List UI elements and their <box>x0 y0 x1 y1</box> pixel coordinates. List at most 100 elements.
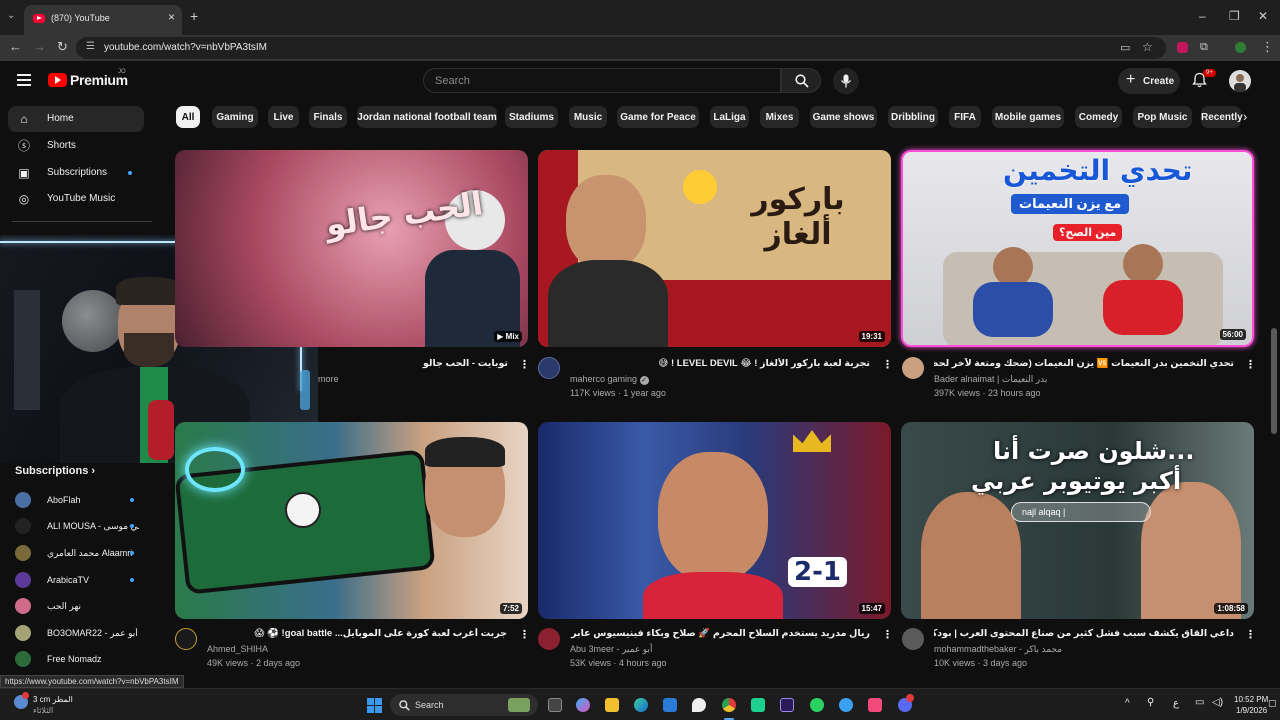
hamburger-menu-icon[interactable] <box>17 74 31 86</box>
back-icon[interactable]: ← <box>9 39 22 54</box>
language-indicator[interactable]: ع <box>1173 698 1179 709</box>
video-title[interactable]: جربت أغرب لعبة كورة على الموبايل... goal… <box>207 628 507 639</box>
chip-mixes[interactable]: Mixes <box>760 106 799 128</box>
video-thumbnail[interactable]: 7:52 <box>175 422 528 619</box>
maximize-icon[interactable]: ❐ <box>1229 9 1240 23</box>
reload-icon[interactable]: ↻ <box>57 39 68 55</box>
chip-mobile-games[interactable]: Mobile games <box>992 106 1064 128</box>
channel-avatar[interactable] <box>902 357 924 379</box>
chip-dribbling[interactable]: Dribbling <box>888 106 938 128</box>
video-menu-icon[interactable]: ⋮ <box>882 628 893 641</box>
chip-game-for-peace[interactable]: Game for Peace <box>617 106 699 128</box>
channel-avatar[interactable] <box>538 357 560 379</box>
subscription-item[interactable]: ArabicaTV <box>15 570 150 590</box>
account-avatar[interactable] <box>1229 70 1251 92</box>
extensions-puzzle-icon[interactable]: ⧉ <box>1200 41 1208 54</box>
chip-scroll-right-icon[interactable]: › <box>1243 109 1247 124</box>
video-thumbnail[interactable]: باركور ألغاز 19:31 <box>538 150 891 347</box>
video-thumbnail[interactable]: 2-1 15:47 <box>538 422 891 619</box>
video-title[interactable]: داعي القاق يكشف سبب فشل كثير من صناع الم… <box>934 628 1234 639</box>
video-thumbnail[interactable]: الحب جالو ▶ Mix <box>175 150 528 347</box>
chip-comedy[interactable]: Comedy <box>1075 106 1122 128</box>
tab-search-icon[interactable]: ⌄ <box>7 10 15 21</box>
app-blue-icon[interactable] <box>839 698 853 712</box>
subscription-item[interactable]: محمد العامري Alaamri <box>15 543 150 563</box>
subscription-item[interactable]: Free Nomadz <box>15 649 150 669</box>
browser-tab[interactable]: (870) YouTube × <box>24 5 182 35</box>
file-explorer-icon[interactable] <box>605 698 619 712</box>
chip-finals[interactable]: Finals <box>309 106 347 128</box>
clock-time[interactable]: 10:52 PM <box>1234 695 1268 704</box>
notification-center-icon[interactable]: ▢ <box>1268 698 1277 709</box>
video-menu-icon[interactable]: ⋮ <box>1245 628 1256 641</box>
channel-avatar[interactable] <box>902 628 924 650</box>
channel-name[interactable]: Bader alnaimat | بدر النعيمات <box>934 374 1047 385</box>
whatsapp-icon[interactable] <box>810 698 824 712</box>
app-icon[interactable] <box>692 698 706 712</box>
video-thumbnail[interactable]: شلون صرت أنا... أكبر يوتيوبر عربي najl a… <box>901 422 1254 619</box>
subscription-item[interactable]: ALI MOUSA - علي موسى <box>15 516 150 536</box>
forward-icon[interactable]: → <box>33 39 46 54</box>
video-menu-icon[interactable]: ⋮ <box>519 628 530 641</box>
new-tab-icon[interactable]: + <box>190 8 198 24</box>
channel-name[interactable]: mohammadthebaker - محمد باكر <box>934 644 1062 655</box>
video-menu-icon[interactable]: ⋮ <box>519 358 530 371</box>
subscription-item[interactable]: نهر الحب <box>15 596 150 616</box>
chip-all[interactable]: All <box>176 106 200 128</box>
create-button[interactable]: + Create <box>1118 68 1180 94</box>
tray-overflow-icon[interactable]: ^ <box>1125 698 1130 709</box>
chip-recently[interactable]: Recently <box>1201 106 1243 128</box>
video-menu-icon[interactable]: ⋮ <box>1245 358 1256 371</box>
chip-music[interactable]: Music <box>569 106 607 128</box>
store-icon[interactable] <box>663 698 677 712</box>
address-bar[interactable]: ☰ youtube.com/watch?v=nbVbPA3tsIM <box>76 37 1166 59</box>
sidebar-item-shorts[interactable]: ⓢ Shorts <box>8 133 144 159</box>
profile-extension-icon[interactable] <box>1235 42 1246 53</box>
sidebar-item-youtube-music[interactable]: ◎ YouTube Music <box>8 186 144 212</box>
tab-close-icon[interactable]: × <box>168 10 175 24</box>
cast-icon[interactable]: ▭ <box>1120 41 1130 54</box>
bookmark-star-icon[interactable]: ☆ <box>1142 40 1153 54</box>
chip-live[interactable]: Live <box>268 106 299 128</box>
network-icon[interactable]: ▭ <box>1195 697 1204 708</box>
channel-avatar[interactable] <box>538 628 560 650</box>
browser-menu-icon[interactable]: ⋮ <box>1261 39 1274 55</box>
video-title[interactable]: تجربة لعبة باركور الألغاز ! 😂 LEVEL DEVI… <box>570 358 870 369</box>
video-thumbnail[interactable]: تحدي التخمين مع يزن النعيمات مين الصح؟ 5… <box>901 150 1254 347</box>
task-view-icon[interactable] <box>548 698 562 712</box>
taskbar-search[interactable]: Search <box>390 694 538 716</box>
extension-icon[interactable] <box>1177 42 1188 53</box>
channel-avatar[interactable] <box>175 628 197 650</box>
subscription-item[interactable]: AboFlah <box>15 490 150 510</box>
search-button[interactable] <box>781 68 821 93</box>
video-title[interactable]: ريال مدريد يستخدم السلاح المحرم 🚀 صلاح و… <box>570 628 870 639</box>
scrollbar-thumb[interactable] <box>1271 328 1277 434</box>
video-title[interactable]: توبايت - الحب جالو <box>318 358 508 369</box>
edge-icon[interactable] <box>634 698 648 712</box>
windows-start-icon[interactable] <box>367 698 382 713</box>
channel-name[interactable]: Ahmed_SHIHA <box>207 644 268 654</box>
chip-stadiums[interactable]: Stadiums <box>505 106 558 128</box>
search-input[interactable]: Search <box>423 68 781 93</box>
chip-laliga[interactable]: LaLiga <box>710 106 749 128</box>
sidebar-item-home[interactable]: ⌂ Home <box>8 106 144 132</box>
video-menu-icon[interactable]: ⋮ <box>882 358 893 371</box>
chip-game-shows[interactable]: Game shows <box>810 106 877 128</box>
subscriptions-heading[interactable]: Subscriptions › <box>15 465 95 477</box>
chip-pop-music[interactable]: Pop Music <box>1133 106 1192 128</box>
chip-gaming[interactable]: Gaming <box>212 106 258 128</box>
subscription-item[interactable]: BO3OMAR22 - أبو عمر <box>15 623 150 643</box>
spotify-like-icon[interactable] <box>751 698 765 712</box>
channel-name[interactable]: maherco gaming ✓ <box>570 374 649 385</box>
music-icon[interactable] <box>868 698 882 712</box>
minimize-icon[interactable]: – <box>1199 9 1206 23</box>
tray-app-icon[interactable]: ⚲ <box>1147 697 1154 708</box>
close-window-icon[interactable]: ✕ <box>1258 9 1268 23</box>
clock-date[interactable]: 1/9/2026 <box>1236 706 1267 715</box>
volume-icon[interactable]: ◁) <box>1212 697 1223 708</box>
chip-jordan-national-football-team[interactable]: Jordan national football team <box>357 106 497 128</box>
copilot-icon[interactable] <box>576 698 590 712</box>
channel-name[interactable]: Abu 3meer - أبو عمير <box>570 644 652 655</box>
youtube-logo-icon[interactable] <box>48 73 67 87</box>
chip-fifa[interactable]: FIFA <box>949 106 981 128</box>
